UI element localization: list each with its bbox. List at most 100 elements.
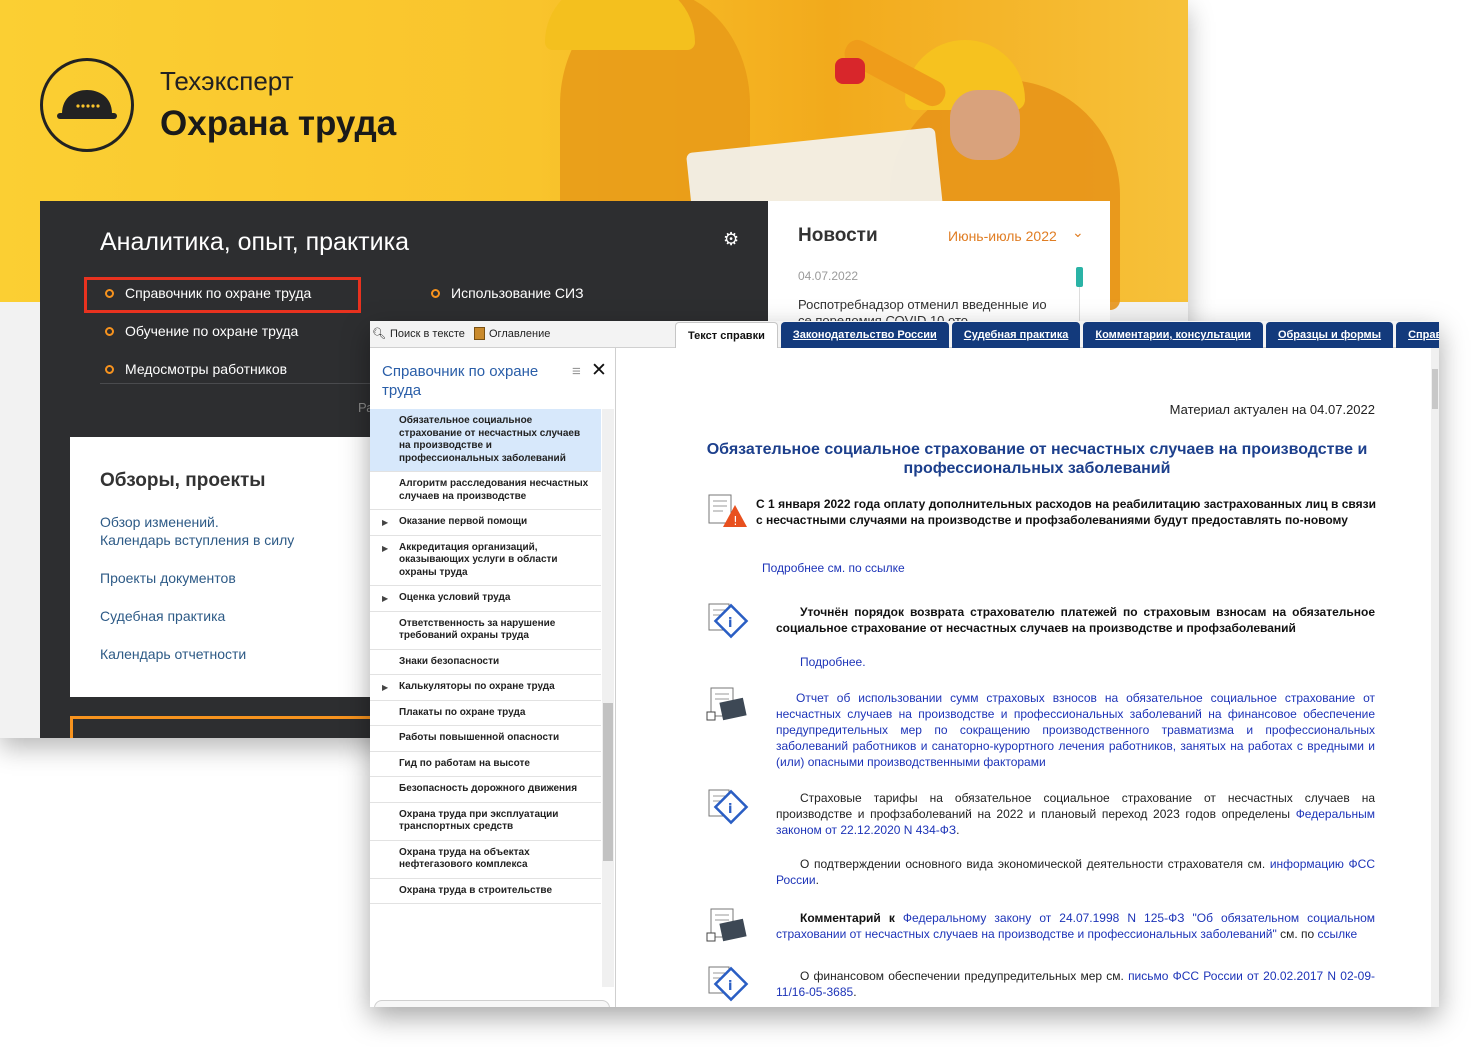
section-title: Аналитика, опыт, практика — [100, 228, 409, 256]
sidebar-item-label: Охрана труда в строительстве — [399, 884, 553, 896]
reviews-title: Обзоры, проекты — [100, 470, 266, 491]
info-document-icon: i — [708, 966, 749, 1002]
entry-text: Уточнён порядок возврата страхователю пл… — [776, 605, 1375, 635]
highlight-frame — [84, 277, 361, 313]
expand-caret-icon[interactable]: ▶ — [382, 593, 388, 606]
sidebar-scrollbar[interactable] — [602, 409, 614, 987]
document-viewer-window: 🔍︎ Поиск в тексте Оглавление Текст справ… — [370, 321, 1439, 1007]
tab-references[interactable]: Справки — [1396, 322, 1439, 348]
link-more-details[interactable]: Подробнее см. по ссылке — [762, 560, 1361, 576]
contents-button[interactable]: Оглавление — [474, 327, 550, 340]
sidebar-item[interactable]: ▶ Калькуляторы по охране труда — [370, 675, 601, 701]
sidebar-item[interactable]: Ответственность за нарушение требований … — [370, 612, 601, 650]
entry-text: О подтверждении основного вида экономиче… — [776, 857, 1375, 887]
link-more[interactable]: Подробнее. — [800, 654, 1399, 670]
link-by-link[interactable]: ссылке — [1318, 927, 1358, 941]
document-body: Материал актуален на 04.07.2022 Обязател… — [617, 348, 1431, 1007]
sidebar-item[interactable]: ▶ Оценка условий труда — [370, 586, 601, 612]
report-document-icon — [706, 687, 747, 721]
news-scrollbar-thumb[interactable] — [1076, 267, 1083, 287]
svg-text:i: i — [728, 979, 732, 994]
sidebar-item-label: Алгоритм расследования несчастных случае… — [399, 478, 589, 502]
tab-bar: Текст справки Законодательство России Су… — [675, 322, 1439, 349]
sidebar-item-label: Безопасность дорожного движения — [399, 783, 578, 794]
glove-shape — [835, 58, 865, 84]
tab-samples[interactable]: Образцы и формы — [1265, 322, 1394, 348]
chevron-down-icon[interactable]: ⌄ — [1072, 224, 1084, 241]
link-reporting-calendar[interactable]: Календарь отчетности — [100, 645, 246, 663]
link-report[interactable]: Отчет об использовании сумм страховых вз… — [776, 690, 1375, 770]
tab-court-practice[interactable]: Судебная практика — [951, 322, 1081, 348]
menu-icon[interactable]: ≡ — [572, 363, 581, 380]
document-scrollbar-thumb[interactable] — [1432, 369, 1438, 409]
close-icon[interactable]: ✕ — [591, 359, 607, 382]
sidebar-item[interactable]: Работы повышенной опасности — [370, 726, 601, 752]
sidebar-item[interactable]: Плакаты по охране труда — [370, 701, 601, 726]
link-changes-review[interactable]: Обзор изменений. — [100, 513, 219, 531]
sidebar-item[interactable]: Охрана труда на объектах нефтегазового к… — [370, 841, 601, 879]
hard-hat-logo-icon[interactable] — [40, 58, 134, 152]
sidebar-item[interactable]: Гид по работам на высоте — [370, 752, 601, 777]
expand-caret-icon[interactable]: ▶ — [382, 517, 388, 530]
tab-reference-text[interactable]: Текст справки — [675, 322, 778, 348]
contents-label: Оглавление — [489, 327, 551, 340]
news-title: Новости — [798, 225, 878, 246]
link-effective-calendar[interactable]: Календарь вступления в силу — [100, 531, 294, 549]
document-title: Обязательное социальное страхование от н… — [706, 441, 1368, 477]
sidebar-item-label: Ответственность за нарушение требований … — [399, 617, 556, 642]
sidebar-item[interactable]: Алгоритм расследования несчастных случае… — [370, 472, 601, 510]
news-period-select[interactable]: Июнь-июль 2022 — [948, 228, 1057, 244]
contents-sidebar: Справочник по охране труда ≡ ✕ Обязатель… — [370, 348, 616, 1007]
worker-face — [950, 90, 1020, 160]
bullet-ring-icon — [105, 326, 114, 336]
reviews-card: Обзоры, проекты Обзор изменений. Календа… — [70, 437, 390, 697]
actual-date: Материал актуален на 04.07.2022 — [1169, 402, 1375, 417]
tab-legislation[interactable]: Законодательство России — [780, 322, 949, 348]
orange-card — [70, 716, 390, 738]
sidebar-item-label: Знаки безопасности — [399, 655, 500, 667]
tab-comments[interactable]: Комментарии, консультации — [1083, 322, 1263, 348]
entry-text: Комментарий к Федеральному закону от 24.… — [776, 911, 1376, 941]
gear-icon[interactable]: ⚙ — [723, 229, 739, 250]
link-draft-documents[interactable]: Проекты документов — [100, 569, 236, 587]
sidebar-item[interactable]: ▶ Оказание первой помощи — [370, 510, 601, 536]
expand-caret-icon[interactable]: ▶ — [382, 543, 388, 556]
sidebar-item[interactable]: ▶ Аккредитация организаций, оказывающих у… — [370, 536, 601, 586]
sidebar-item[interactable]: Знаки безопасности — [370, 650, 601, 675]
info-document-icon: i — [708, 603, 749, 639]
link-label: Использование СИЗ — [451, 285, 584, 301]
news-panel: Новости Июнь-июль 2022 ⌄ 04.07.2022 Росп… — [768, 201, 1110, 341]
entry-text: О финансовом обеспечении предупредительн… — [776, 969, 1375, 999]
sidebar-item[interactable]: Обязательное социальное страхование от н… — [370, 409, 601, 472]
sidebar-item-label: Охрана труда при эксплуатации транспортн… — [399, 808, 559, 833]
search-label: Поиск в тексте — [389, 327, 465, 340]
bullet-ring-icon — [431, 288, 440, 298]
hard-hat-shape — [545, 0, 695, 50]
report-document-icon — [706, 908, 747, 942]
warning-document-icon: ! — [708, 494, 747, 528]
link-court-practice[interactable]: Судебная практика — [100, 607, 225, 625]
sidebar-item-label: Оказание первой помощи — [399, 516, 528, 527]
sidebar-title: Справочник по охране труда — [382, 363, 539, 399]
sidebar-item[interactable]: Охрана труда в строительстве — [370, 879, 601, 904]
divider — [100, 383, 390, 384]
bullet-ring-icon — [105, 364, 114, 374]
search-in-text-button[interactable]: 🔍︎ Поиск в тексте — [372, 327, 465, 341]
book-icon — [474, 327, 485, 340]
info-document-icon: i — [708, 789, 749, 825]
expand-caret-icon[interactable]: ▶ — [382, 682, 388, 695]
entry-text: С 1 января 2022 года оплату дополнительн… — [756, 497, 1376, 527]
link-label: Обучение по охране труда — [125, 323, 299, 339]
news-date: 04.07.2022 — [798, 269, 859, 283]
sidebar-item-label: Гид по работам на высоте — [399, 757, 530, 769]
sidebar-search-input[interactable] — [374, 1000, 610, 1007]
sidebar-item[interactable]: Безопасность дорожного движения — [370, 777, 601, 803]
link-medical-exams[interactable]: Медосмотры работников — [105, 361, 287, 377]
sidebar-item-label: Оценка условий труда — [399, 592, 511, 603]
document-scrollbar[interactable] — [1431, 348, 1439, 1007]
link-ppe-usage[interactable]: Использование СИЗ — [431, 285, 584, 301]
link-training[interactable]: Обучение по охране труда — [105, 323, 298, 339]
svg-text:!: ! — [733, 514, 738, 528]
sidebar-item[interactable]: Охрана труда при эксплуатации транспортн… — [370, 803, 601, 841]
sidebar-scrollbar-thumb[interactable] — [603, 703, 613, 861]
